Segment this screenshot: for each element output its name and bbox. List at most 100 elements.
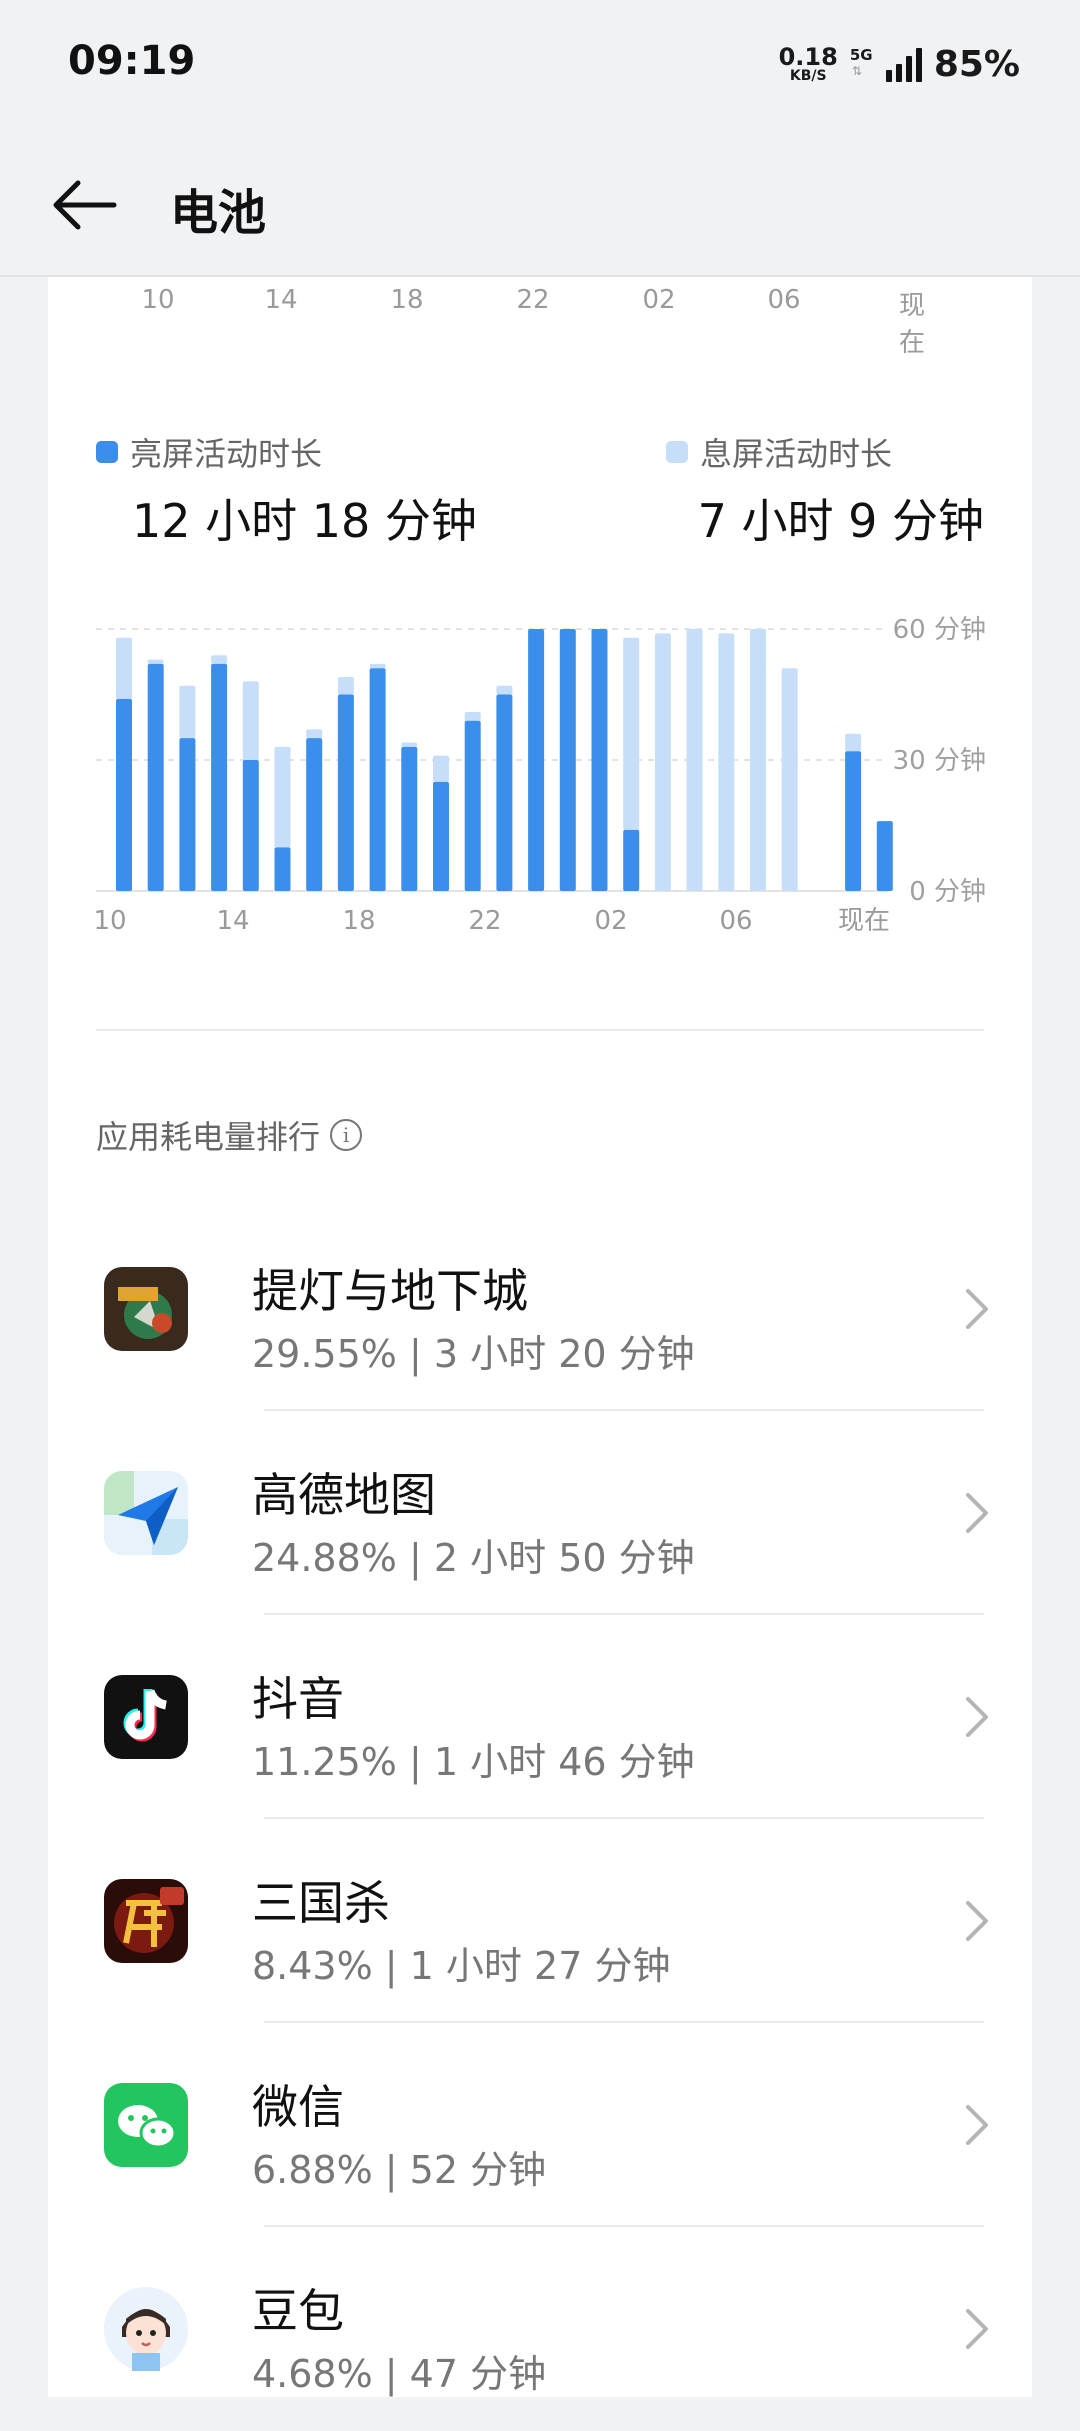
screen-off-duration: 7 小时 9 分钟: [697, 494, 984, 548]
app-usage-detail: 8.43% | 1 小时 27 分钟: [252, 1944, 671, 1988]
ranking-title-text: 应用耗电量排行: [96, 1118, 321, 1156]
chevron-right-icon: [966, 1901, 988, 1941]
x-axis-tick-label: 22: [468, 906, 501, 936]
axis-tick-label: 22: [516, 285, 550, 315]
signal-bar: [885, 70, 892, 82]
status-time: 09:19: [68, 38, 196, 84]
wechat-app-icon: [104, 2083, 188, 2167]
app-usage-detail: 6.88% | 52 分钟: [252, 2148, 547, 2192]
bar-screen-on: [179, 738, 196, 891]
x-axis-tick-label: 02: [594, 906, 627, 936]
network-speed-value: 0.18: [778, 43, 838, 71]
bar-screen-on: [591, 629, 608, 891]
app-usage-detail: 11.25% | 1 小时 46 分钟: [252, 1740, 695, 1784]
battery-percentage: 85%: [933, 43, 1020, 85]
bar-screen-on: [337, 694, 354, 891]
bar-screen-on: [496, 694, 513, 891]
bar-screen-off: [274, 746, 291, 848]
axis-tick-label: 18: [390, 285, 424, 315]
back-button[interactable]: [48, 167, 124, 243]
douyin-app-icon: [104, 1675, 188, 1759]
app-usage-detail: 24.88% | 2 小时 50 分钟: [252, 1536, 695, 1580]
sanguosha-app-icon: [104, 1879, 188, 1963]
chevron-right-icon: [966, 2309, 988, 2349]
app-usage-row[interactable]: 抖音 11.25% | 1 小时 46 分钟: [48, 1615, 1032, 1819]
signal-bar: [895, 64, 902, 82]
chevron-right-icon: [966, 1493, 988, 1533]
bar-screen-on: [433, 781, 449, 891]
bar-screen-on: [116, 698, 132, 891]
axis-tick-label: 14: [264, 285, 298, 315]
bar-screen-on: [876, 821, 893, 891]
bar-screen-on: [401, 746, 418, 891]
x-axis-tick-label: 06: [719, 906, 752, 936]
signal-icon: 5G ⇅: [850, 46, 922, 82]
battery-card: 10 14 18 22 02 06 现在 亮屏活动时长 12 小时 18 分钟 …: [48, 277, 1032, 2397]
bar-screen-off: [845, 733, 862, 752]
legend-label: 息屏活动时长: [700, 435, 893, 473]
y-axis-tick-label: 60 分钟: [893, 615, 986, 645]
x-axis-tick-label: 14: [216, 906, 249, 936]
legend-swatch-screen-on: [96, 441, 118, 463]
bar-screen-on: [369, 668, 386, 891]
bar-screen-off: [401, 742, 418, 747]
app-ranking-list: 提灯与地下城 29.55% | 3 小时 20 分钟高德地图 24.88% | 2 …: [48, 1207, 1032, 2431]
bar-screen-off: [718, 633, 735, 891]
back-arrow-icon: [53, 180, 117, 230]
x-axis-tick-label: 10: [93, 906, 126, 936]
doubao-app-icon: [104, 2287, 188, 2371]
bar-screen-off: [337, 677, 354, 695]
axis-tick-label: 06: [767, 285, 801, 315]
axis-tick-label: 现在: [898, 291, 926, 358]
bar-screen-on: [528, 629, 545, 891]
bar-screen-off: [750, 629, 766, 891]
app-usage-row[interactable]: 微信 6.88% | 52 分钟: [48, 2023, 1032, 2227]
y-axis-tick-label: 0 分钟: [909, 877, 986, 907]
bar-screen-off: [369, 663, 386, 669]
status-icons: 0.18 KB/S 5G ⇅ 85%: [779, 40, 1020, 88]
chevron-right-icon: [966, 1697, 988, 1737]
bar-screen-on: [845, 751, 862, 891]
usage-bar-chart: 60 分钟 30 分钟 0 分钟 10 14 18 22 02 06 现在: [93, 615, 986, 936]
x-axis-tick-label: 现在: [838, 906, 890, 936]
chevron-right-icon: [966, 2105, 988, 2145]
bar-screen-off: [242, 681, 259, 760]
app-name: 微信: [252, 2080, 344, 2134]
bar-screen-off: [306, 729, 323, 739]
app-header: 电池: [0, 125, 1080, 275]
bar-screen-off: [179, 685, 196, 739]
info-icon[interactable]: i: [330, 1119, 363, 1151]
app-usage-row[interactable]: 三国杀 8.43% | 1 小时 27 分钟: [48, 1819, 1032, 2023]
app-name: 提灯与地下城: [252, 1264, 528, 1318]
ranking-title: 应用耗电量排行 i: [96, 1112, 363, 1158]
bar-screen-off: [686, 629, 703, 891]
page-title: 电池: [170, 185, 267, 241]
bar-screen-off: [781, 668, 798, 891]
app-name: 抖音: [252, 1672, 344, 1726]
axis-tick-label: 10: [141, 285, 175, 315]
legend-swatch-screen-off: [666, 441, 688, 463]
screen-on-duration: 12 小时 18 分钟: [132, 494, 477, 548]
bar-screen-on: [147, 663, 164, 891]
app-usage-detail: 4.68% | 47 分钟: [252, 2352, 547, 2396]
app-name: 三国杀: [252, 1876, 390, 1930]
previous-chart-axis: 10 14 18 22 02 06 现在: [96, 285, 936, 358]
bar-screen-off: [147, 659, 164, 664]
bar-screen-on: [211, 663, 228, 891]
network-speed: 0.18 KB/S: [779, 45, 838, 83]
app-name: 高德地图: [252, 1468, 436, 1522]
chevron-right-icon: [966, 1289, 988, 1329]
app-usage-row[interactable]: 高德地图 24.88% | 2 小时 50 分钟: [48, 1411, 1032, 1615]
amap-app-icon: [104, 1471, 188, 1555]
bar-screen-off: [433, 755, 449, 782]
legend-label: 亮屏活动时长: [130, 435, 323, 473]
signal-bar: [905, 56, 912, 82]
bar-screen-off: [464, 711, 481, 721]
bar-screen-off: [654, 633, 671, 891]
data-arrows-icon: ⇅: [851, 64, 862, 78]
app-usage-row[interactable]: 提灯与地下城 29.55% | 3 小时 20 分钟: [48, 1207, 1032, 1411]
bar-screen-on: [274, 847, 291, 891]
section-divider: [96, 1029, 984, 1031]
bar-screen-off: [211, 655, 228, 664]
app-usage-row[interactable]: 豆包 4.68% | 47 分钟: [48, 2227, 1032, 2431]
